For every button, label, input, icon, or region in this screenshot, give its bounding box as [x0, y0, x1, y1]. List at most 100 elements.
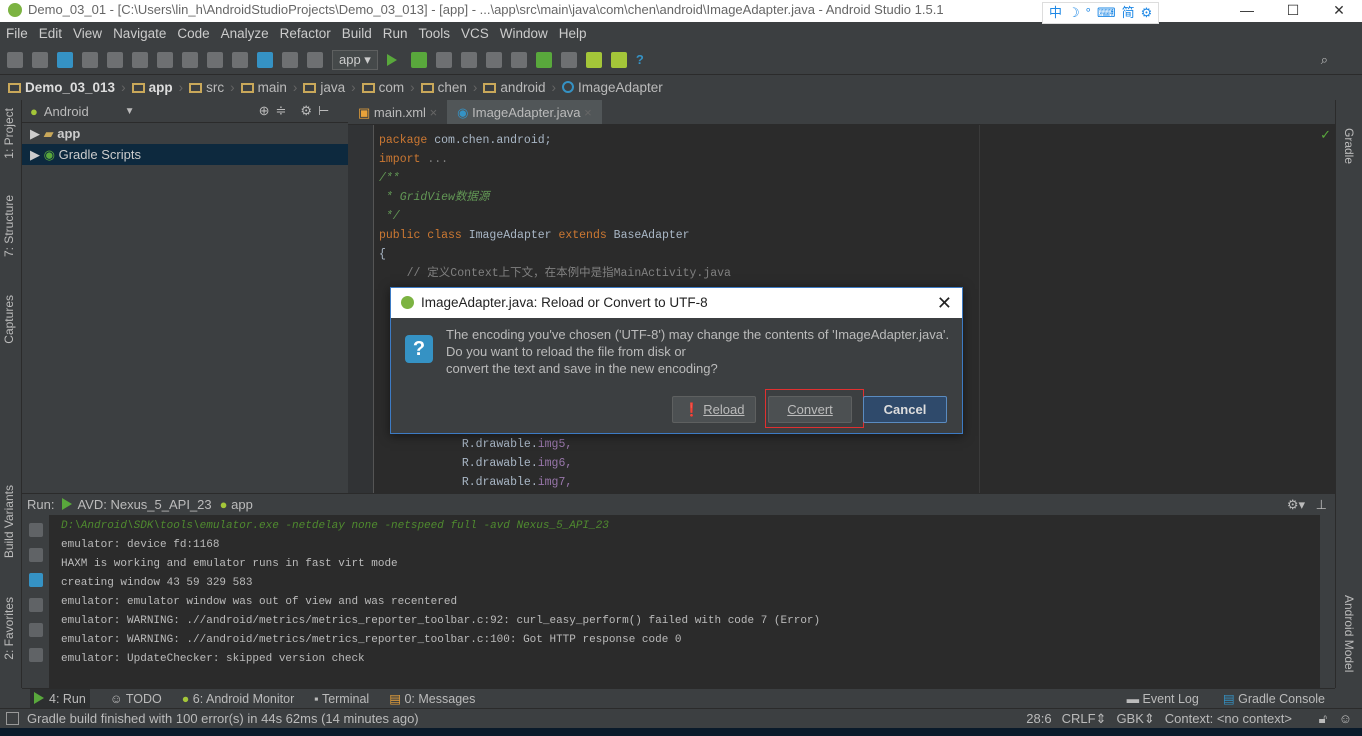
tree-item-gradle-scripts[interactable]: ▶ ◉ Gradle Scripts: [22, 144, 348, 165]
menu-edit[interactable]: Edit: [39, 22, 62, 45]
copy-icon[interactable]: [157, 51, 173, 68]
ime-item[interactable]: ☽: [1068, 3, 1080, 23]
dialog-close-button[interactable]: ✕: [937, 288, 952, 318]
menu-vcs[interactable]: VCS: [461, 22, 489, 45]
tab-gradle-console[interactable]: ▤ Gradle Console: [1223, 689, 1325, 709]
breadcrumb-item[interactable]: main: [240, 80, 287, 95]
tab-event-log[interactable]: ▬ Event Log: [1127, 689, 1199, 709]
tab-gradle[interactable]: Gradle: [1342, 128, 1356, 164]
tab-messages[interactable]: ▤ 0: Messages: [389, 689, 475, 708]
tab-favorites[interactable]: 2: Favorites: [2, 597, 16, 660]
android-icon[interactable]: [610, 51, 627, 68]
tab-terminal[interactable]: ▪ Terminal: [314, 689, 369, 708]
scroll-to-end-icon[interactable]: [28, 598, 43, 612]
breadcrumb-item[interactable]: java: [303, 80, 345, 95]
save-icon[interactable]: [32, 51, 48, 68]
tab-captures[interactable]: Captures: [2, 295, 16, 344]
project-view-select[interactable]: Android: [44, 104, 89, 119]
breadcrumb-item[interactable]: android: [483, 80, 545, 95]
project-structure-icon[interactable]: [485, 51, 502, 68]
reload-button[interactable]: ❗ Reload: [672, 396, 756, 423]
cancel-button[interactable]: Cancel: [863, 396, 947, 423]
debug-icon[interactable]: [410, 51, 427, 68]
tab-structure[interactable]: 7: Structure: [2, 195, 16, 257]
close-icon[interactable]: ×: [584, 105, 592, 120]
menu-tools[interactable]: Tools: [419, 22, 451, 45]
tab-android-model[interactable]: Android Model: [1342, 595, 1356, 672]
convert-button[interactable]: Convert: [768, 396, 852, 423]
toggle-tool-windows-icon[interactable]: [6, 712, 19, 725]
make-project-icon[interactable]: [307, 51, 323, 68]
open-icon[interactable]: [7, 51, 23, 68]
undo-icon[interactable]: [82, 51, 98, 68]
avd-manager-icon[interactable]: [560, 51, 577, 68]
tab-run[interactable]: 4: Run: [30, 689, 90, 708]
encoding-select[interactable]: GBK⇕: [1116, 709, 1154, 729]
menu-run[interactable]: Run: [383, 22, 408, 45]
ime-item[interactable]: 简: [1122, 3, 1135, 23]
tab-imageadapter-java[interactable]: ◉ ImageAdapter.java ×: [447, 100, 602, 124]
down-icon[interactable]: [28, 548, 43, 562]
soft-wrap-icon[interactable]: [28, 573, 43, 587]
menu-refactor[interactable]: Refactor: [280, 22, 331, 45]
tree-item-app[interactable]: ▶ ▰ app: [22, 123, 348, 144]
breadcrumb-item[interactable]: ImageAdapter: [561, 80, 663, 95]
paste-icon[interactable]: [182, 51, 198, 68]
tab-avd[interactable]: AVD: Nexus_5_API_23: [62, 497, 212, 512]
menu-analyze[interactable]: Analyze: [221, 22, 269, 45]
tab-app[interactable]: ● app: [220, 497, 253, 512]
gear-icon[interactable]: ⚙▾: [1287, 497, 1305, 513]
ime-item[interactable]: ⌨: [1097, 3, 1116, 23]
ime-toolbar[interactable]: 中 ☽ ° ⌨ 简 ⚙: [1042, 2, 1160, 24]
ime-item[interactable]: °: [1086, 3, 1091, 23]
breadcrumb-item[interactable]: src: [189, 80, 224, 95]
menu-window[interactable]: Window: [500, 22, 548, 45]
breadcrumb-item[interactable]: com: [361, 80, 404, 95]
tab-project[interactable]: 1: Project: [2, 108, 16, 159]
menu-code[interactable]: Code: [177, 22, 209, 45]
tab-android-monitor[interactable]: ● 6: Android Monitor: [182, 689, 295, 708]
up-icon[interactable]: [28, 523, 43, 537]
breadcrumb-item[interactable]: app: [131, 80, 173, 95]
forward-icon[interactable]: [282, 51, 298, 68]
run-console[interactable]: D:\Android\SDK\tools\emulator.exe -netde…: [50, 515, 1320, 688]
minimize-button[interactable]: —: [1224, 0, 1270, 20]
tab-main-xml[interactable]: ▣ main.xml ×: [348, 100, 447, 124]
replace-icon[interactable]: [232, 51, 248, 68]
close-window-button[interactable]: ✕: [1316, 0, 1362, 20]
maximize-button[interactable]: ☐: [1270, 0, 1316, 20]
line-separator-select[interactable]: CRLF⇕: [1062, 709, 1107, 729]
sdk-manager-icon[interactable]: [510, 51, 527, 68]
gradle-sync-icon[interactable]: [535, 51, 552, 68]
redo-icon[interactable]: [107, 51, 123, 68]
attach-debugger-icon[interactable]: [435, 51, 452, 68]
gear-icon[interactable]: ⚙: [300, 103, 312, 119]
print-icon[interactable]: [28, 623, 43, 637]
ime-item[interactable]: ⚙: [1141, 3, 1153, 23]
close-icon[interactable]: ×: [430, 105, 438, 120]
scroll-from-source-icon[interactable]: ⊕: [259, 103, 270, 119]
trash-icon[interactable]: [28, 648, 43, 662]
stop-icon[interactable]: [460, 51, 477, 68]
run-icon[interactable]: [386, 53, 397, 66]
find-icon[interactable]: [207, 51, 223, 68]
menu-file[interactable]: File: [6, 22, 28, 45]
run-config-select[interactable]: app ▾: [332, 49, 378, 70]
help-icon[interactable]: ?: [636, 52, 644, 67]
breadcrumb-item[interactable]: chen: [420, 80, 467, 95]
search-everywhere-icon[interactable]: ⌕: [1321, 52, 1328, 68]
android-device-monitor-icon[interactable]: [585, 51, 602, 68]
menu-build[interactable]: Build: [342, 22, 372, 45]
menu-navigate[interactable]: Navigate: [113, 22, 166, 45]
hide-panel-icon[interactable]: ⊥: [1316, 497, 1327, 513]
breadcrumb-item[interactable]: Demo_03_013: [8, 80, 115, 95]
ime-item[interactable]: 中: [1049, 3, 1062, 23]
back-icon[interactable]: [257, 51, 273, 68]
status-message[interactable]: Gradle build finished with 100 error(s) …: [27, 711, 419, 726]
tab-todo[interactable]: ☺ TODO: [110, 689, 162, 708]
menu-help[interactable]: Help: [559, 22, 587, 45]
lock-icon[interactable]: 🔓︎: [1319, 709, 1327, 729]
tab-build-variants[interactable]: Build Variants: [2, 485, 16, 558]
chevron-down-icon[interactable]: ▼: [125, 106, 135, 117]
hide-panel-icon[interactable]: ⊢: [318, 103, 329, 119]
